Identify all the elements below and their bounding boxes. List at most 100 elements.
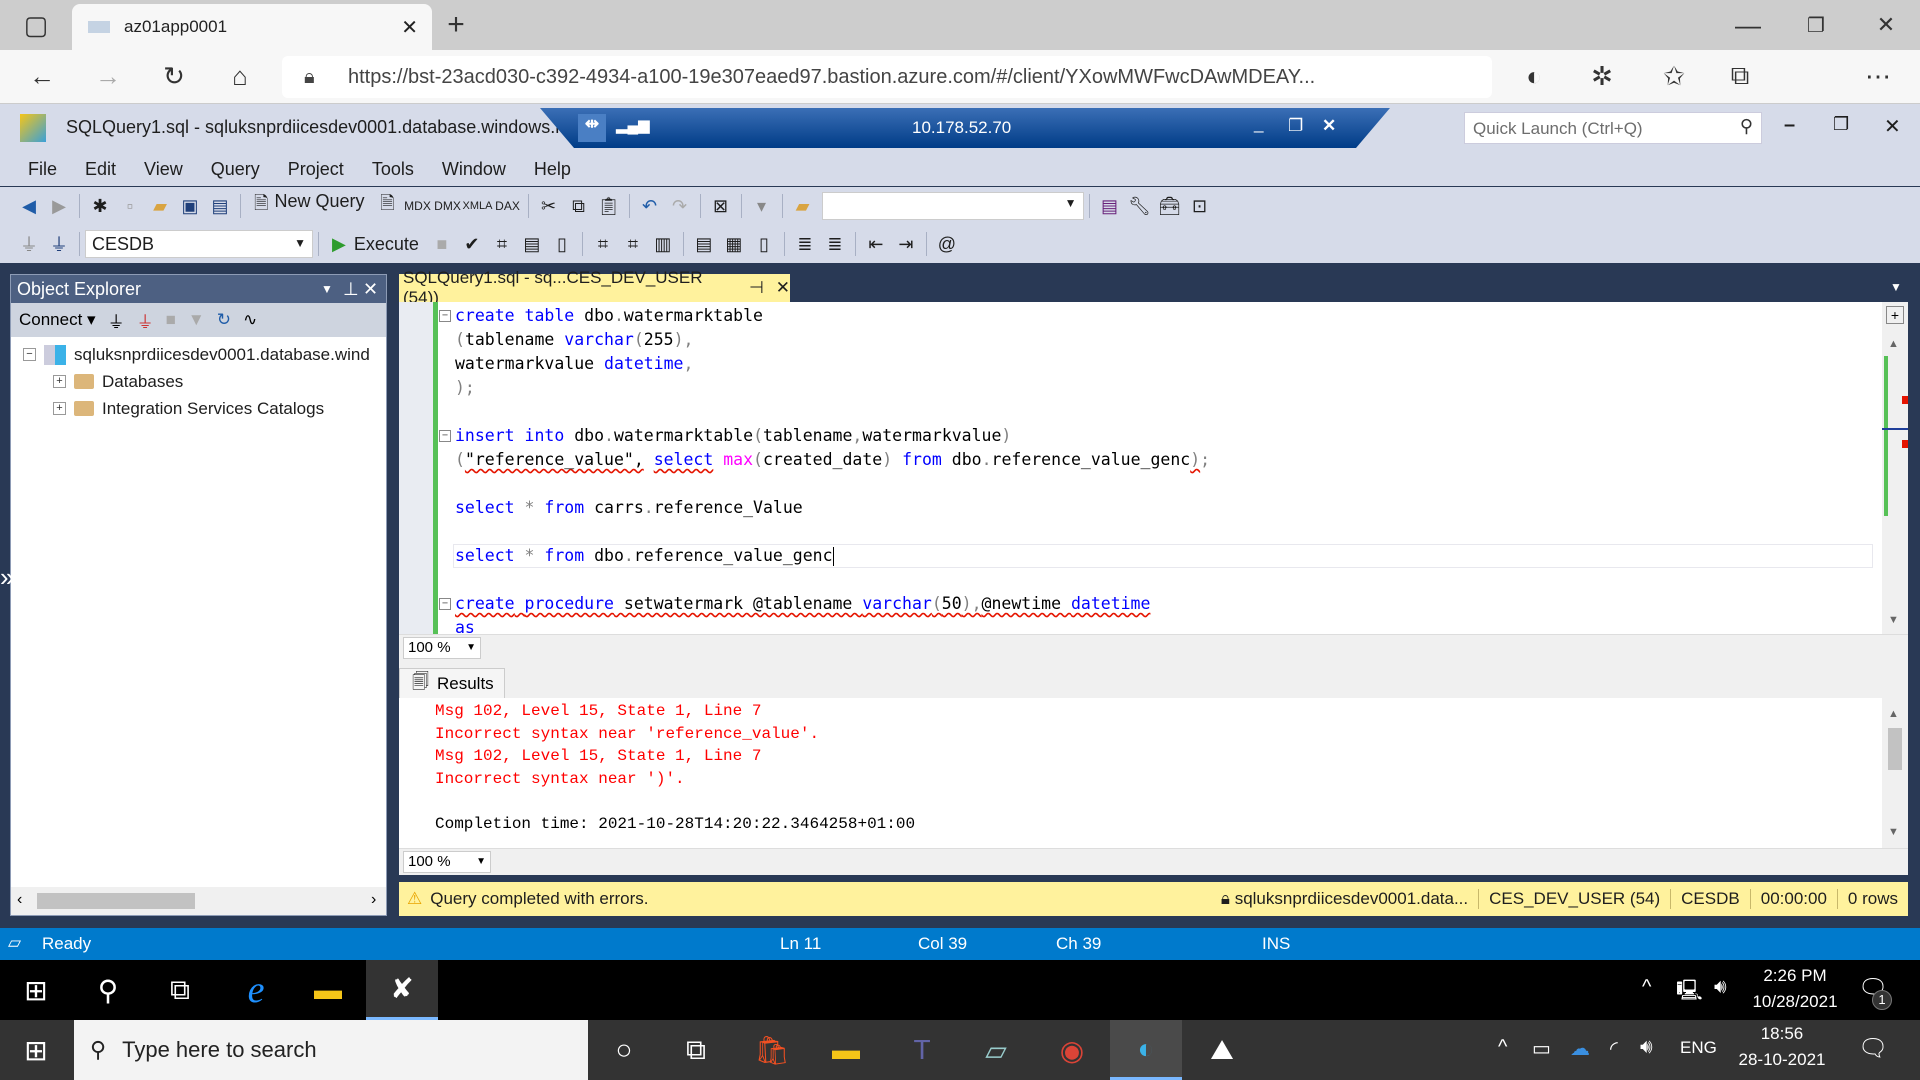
- close-tab-icon[interactable]: ✕: [401, 15, 418, 40]
- taskbar-search-box[interactable]: ⚲ Type here to search: [74, 1020, 588, 1080]
- redo-icon[interactable]: ↷: [665, 196, 695, 217]
- tab-list-dropdown-icon[interactable]: ▼: [1890, 280, 1902, 294]
- favorites-icon[interactable]: ✩: [1654, 56, 1694, 96]
- save-all-icon[interactable]: ▤: [205, 196, 235, 217]
- code-line[interactable]: [455, 520, 1210, 544]
- results-to-text-icon[interactable]: ▤: [689, 234, 719, 255]
- results-pane[interactable]: Msg 102, Level 15, State 1, Line 7 Incorr…: [399, 698, 1908, 848]
- visual-studio-icon[interactable]: ▤: [1095, 196, 1125, 217]
- task-view-icon[interactable]: ⧉: [660, 1020, 732, 1080]
- command-window-icon[interactable]: ⊡: [1185, 196, 1215, 217]
- pin-icon[interactable]: ⊥: [343, 279, 359, 300]
- query-options-icon[interactable]: ▤: [517, 234, 547, 255]
- decrease-indent-icon[interactable]: ⇤: [861, 234, 891, 255]
- tree-node-integration-services[interactable]: + Integration Services Catalogs: [23, 395, 370, 422]
- fold-toggle-icon[interactable]: −: [439, 310, 451, 322]
- puzzle-icon[interactable]: ✲: [1582, 56, 1622, 96]
- ssms-taskbar-icon[interactable]: ✘: [366, 960, 438, 1020]
- start-icon[interactable]: ⊞: [0, 960, 72, 1020]
- code-line[interactable]: [455, 568, 1210, 592]
- dropdown-icon[interactable]: ▾: [747, 196, 777, 217]
- photos-icon[interactable]: ⛰: [1186, 1020, 1258, 1080]
- menu-view[interactable]: View: [130, 159, 197, 180]
- menu-help[interactable]: Help: [520, 159, 585, 180]
- edge-icon[interactable]: ◐: [1110, 1020, 1182, 1080]
- results-to-file-icon[interactable]: ▯: [749, 234, 779, 255]
- fold-toggle-icon[interactable]: −: [439, 598, 451, 610]
- expand-icon[interactable]: +: [53, 402, 66, 415]
- action-center-icon[interactable]: 🗨︎: [1858, 1034, 1888, 1063]
- xmla-query-icon[interactable]: XMLA: [463, 200, 493, 212]
- results-vertical-scrollbar[interactable]: ▲ ▼: [1882, 698, 1908, 848]
- code-area[interactable]: − create table dbo.watermarktable (tablena…: [439, 304, 1210, 640]
- uncomment-icon[interactable]: ≣: [820, 234, 850, 255]
- more-icon[interactable]: ⋯: [1858, 56, 1898, 96]
- scroll-right-icon[interactable]: ›: [371, 891, 376, 909]
- expand-icon[interactable]: +: [53, 375, 66, 388]
- code-line[interactable]: − create procedure setwatermark @tablenam…: [439, 592, 1210, 616]
- database-engine-query-icon[interactable]: 🗎: [373, 191, 403, 221]
- tab-actions-icon[interactable]: ▢: [16, 5, 56, 45]
- paste-icon[interactable]: 📋︎: [594, 196, 624, 217]
- stop-icon[interactable]: ■: [166, 310, 176, 330]
- pin-tab-icon[interactable]: ⊣: [749, 278, 764, 298]
- code-line[interactable]: [455, 400, 1210, 424]
- split-icon[interactable]: +: [1886, 306, 1904, 324]
- mdx-query-icon[interactable]: MDX: [403, 199, 433, 213]
- restore-icon[interactable]: ❐: [1796, 5, 1836, 45]
- expand-side-panel-icon[interactable]: »: [0, 562, 14, 593]
- sql-editor[interactable]: − create table dbo.watermarktable (tablena…: [399, 302, 1908, 637]
- chrome-icon[interactable]: ◉: [1036, 1020, 1108, 1080]
- menu-tools[interactable]: Tools: [358, 159, 428, 180]
- include-actual-plan-icon[interactable]: ⌗: [588, 234, 618, 255]
- navigate-forward-icon[interactable]: ▶: [44, 196, 74, 217]
- increase-indent-icon[interactable]: ⇥: [891, 234, 921, 255]
- specify-template-values-icon[interactable]: @: [932, 234, 962, 255]
- execute-button[interactable]: ▶ Execute: [324, 234, 427, 255]
- minimize-icon[interactable]: —: [1728, 5, 1768, 45]
- code-line[interactable]: );: [455, 376, 1210, 400]
- tab-results[interactable]: 🗐 Results: [399, 668, 505, 698]
- intellisense-icon[interactable]: ▯: [547, 234, 577, 255]
- ssms-minimize-icon[interactable]: –: [1784, 114, 1795, 137]
- refresh-icon[interactable]: ↻: [217, 310, 231, 330]
- toolbox-icon[interactable]: 🧰︎: [1155, 196, 1185, 217]
- clock[interactable]: 2:26 PM 10/28/2021: [1752, 966, 1838, 1012]
- back-icon[interactable]: ←: [22, 56, 62, 96]
- collapse-icon[interactable]: −: [23, 348, 36, 361]
- dmx-query-icon[interactable]: DMX: [433, 199, 463, 213]
- navigate-back-icon[interactable]: ◀: [14, 196, 44, 217]
- ssms-restore-icon[interactable]: ❐: [1833, 114, 1849, 135]
- activity-monitor-icon[interactable]: ⊠: [706, 196, 736, 217]
- scroll-up-icon[interactable]: ▲: [1888, 708, 1899, 720]
- comment-icon[interactable]: ≣: [790, 234, 820, 255]
- teams-icon[interactable]: T: [886, 1020, 958, 1080]
- connect-button[interactable]: Connect ▾: [19, 310, 96, 330]
- file-explorer-icon[interactable]: ▬: [810, 1020, 882, 1080]
- add-item-icon[interactable]: ▫: [115, 196, 145, 217]
- search-icon[interactable]: ⚲: [72, 960, 144, 1020]
- network-icon[interactable]: 🖳︎: [1676, 976, 1703, 1010]
- store-icon[interactable]: 🛍︎: [736, 1020, 808, 1080]
- estimated-plan-icon[interactable]: ⌗: [487, 234, 517, 255]
- connect-icon[interactable]: ⏚: [14, 231, 44, 257]
- pin-icon[interactable]: ⇹: [578, 114, 606, 142]
- code-line[interactable]: ("reference_value", select max(created_d…: [455, 448, 1210, 472]
- database-select[interactable]: CESDB ▼: [85, 230, 313, 258]
- horizontal-scrollbar[interactable]: ‹ ›: [11, 887, 386, 915]
- save-icon[interactable]: ▣: [175, 196, 205, 217]
- extension-icon[interactable]: ◐: [1514, 56, 1554, 96]
- volume-icon[interactable]: 🔊︎: [1640, 1036, 1653, 1059]
- menu-project[interactable]: Project: [274, 159, 358, 180]
- scroll-down-icon[interactable]: ▼: [1888, 614, 1899, 626]
- task-view-icon[interactable]: ⧉: [144, 960, 216, 1020]
- scroll-left-icon[interactable]: ‹: [17, 891, 22, 909]
- new-project-icon[interactable]: ✱: [85, 196, 115, 217]
- live-statistics-icon[interactable]: ⌗: [618, 234, 648, 255]
- find-combo[interactable]: ▼: [821, 192, 1084, 220]
- internet-explorer-icon[interactable]: e: [220, 960, 292, 1020]
- menu-query[interactable]: Query: [197, 159, 274, 180]
- disconnect-icon[interactable]: ⏚: [137, 308, 154, 333]
- code-line[interactable]: − insert into dbo.watermarktable(tablenam…: [439, 424, 1210, 448]
- undo-icon[interactable]: ↶: [635, 196, 665, 217]
